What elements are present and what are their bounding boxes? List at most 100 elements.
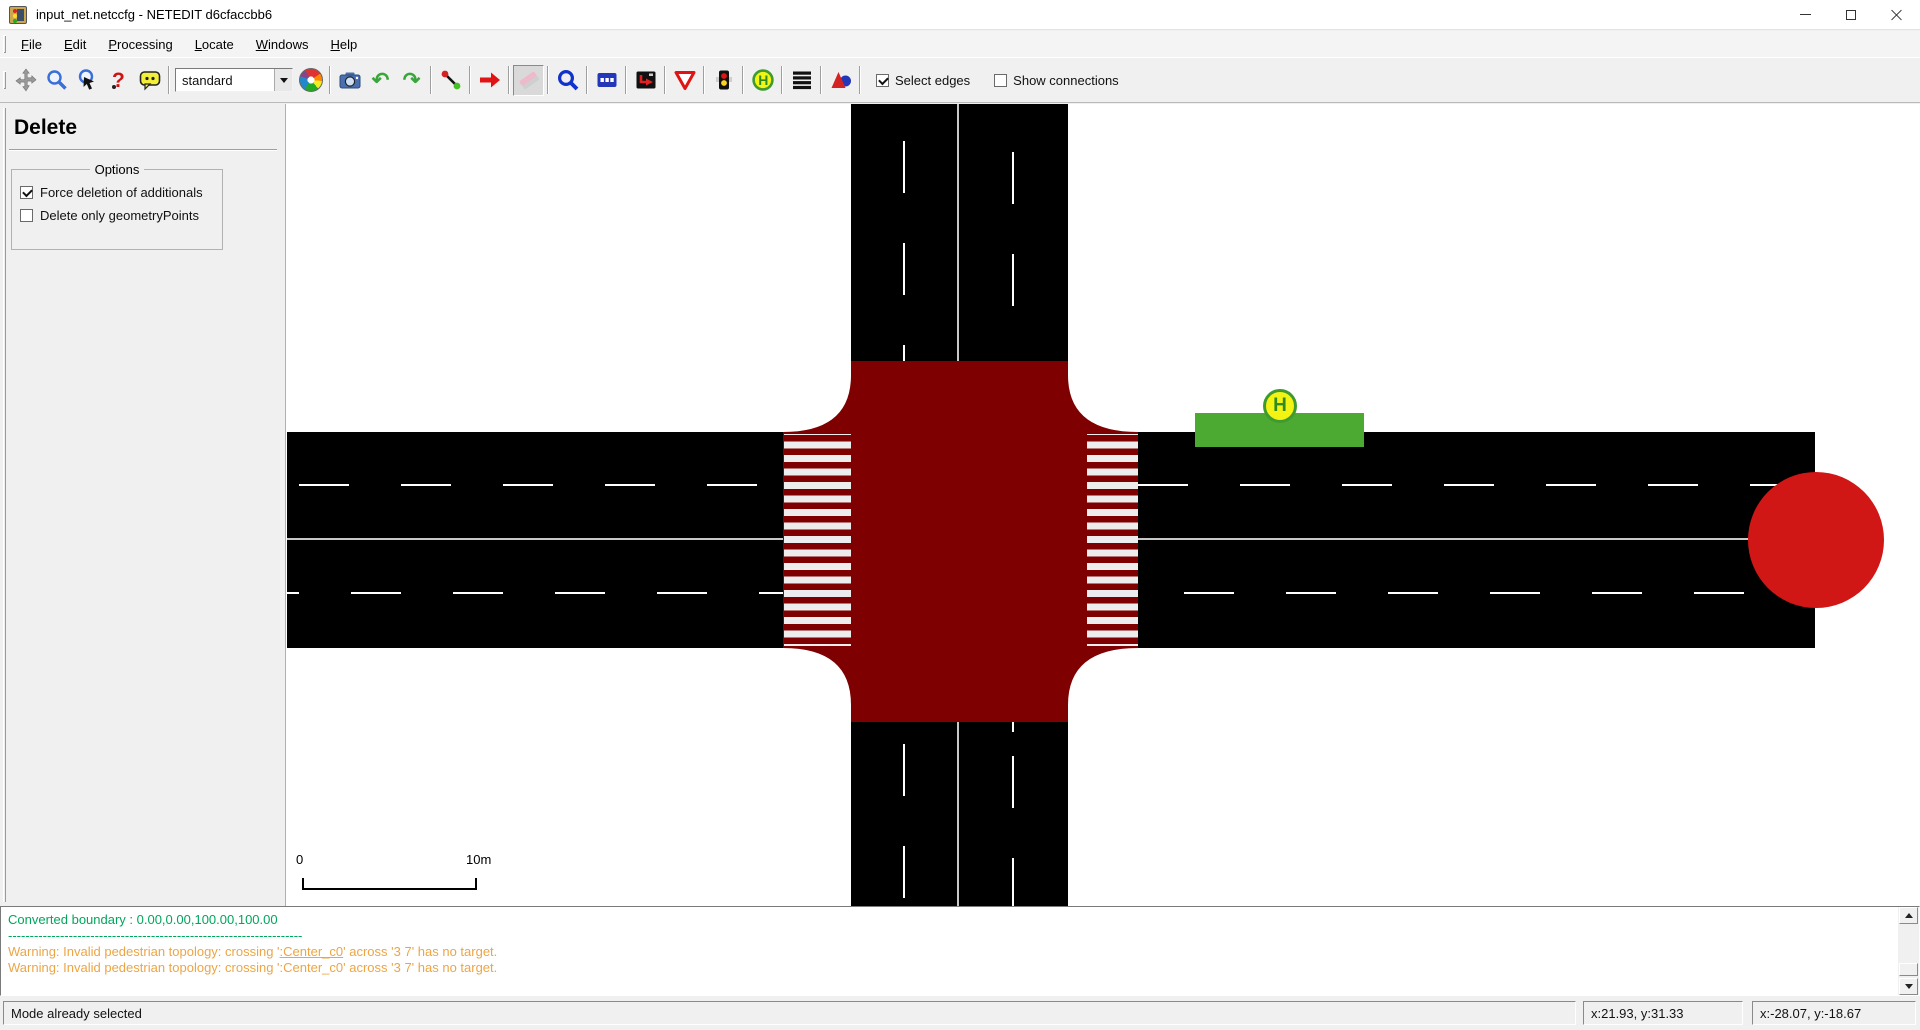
options-legend: Options (90, 162, 145, 177)
zoom-window-button[interactable] (41, 65, 72, 96)
additional-mode-button[interactable]: H (747, 65, 778, 96)
menu-help[interactable]: Help (319, 33, 368, 56)
menu-processing[interactable]: Processing (97, 33, 183, 56)
crossing-id-link[interactable]: :Center_c0 (280, 944, 344, 959)
junction-center[interactable] (286, 104, 1920, 906)
panel-splitter[interactable] (3, 108, 6, 902)
menubar-grip[interactable] (3, 35, 6, 53)
delete-mode-panel: Delete Options Force deletion of additio… (0, 104, 286, 906)
network-canvas[interactable]: H 0 10m (286, 104, 1920, 906)
traffic-light-mode-button[interactable] (708, 65, 739, 96)
status-bar: Mode already selected x:21.93, y:31.33 x… (0, 996, 1920, 1030)
menu-locate[interactable]: Locate (184, 33, 245, 56)
redo-button[interactable]: ↷ (396, 65, 427, 96)
message-log[interactable]: Converted boundary : 0.00,0.00,100.00,10… (0, 906, 1920, 996)
undo-button[interactable]: ↶ (365, 65, 396, 96)
traffic-light-icon (712, 68, 736, 92)
close-icon (1891, 9, 1903, 21)
select-edges-checkbox[interactable]: Select edges (876, 73, 970, 88)
toolbar: ? standard ↶ ↷ (0, 57, 1920, 103)
create-edge-mode-icon (439, 68, 463, 92)
status-message: Mode already selected (3, 1001, 1576, 1025)
toolbar-separator (820, 66, 822, 94)
menu-bar: File Edit Processing Locate Windows Help (0, 31, 1920, 57)
svg-text:H: H (758, 72, 768, 88)
prohibition-yield-icon (673, 68, 697, 92)
dropdown-arrow-button[interactable] (274, 69, 292, 91)
net-coordinates: x:-28.07, y:-18.67 (1752, 1001, 1916, 1025)
prohibition-mode-button[interactable] (669, 65, 700, 96)
chevron-down-icon (280, 78, 288, 83)
toolbar-separator (859, 66, 861, 94)
message-window-icon (138, 68, 162, 92)
scrollbar-thumb[interactable] (1899, 963, 1918, 976)
toolbar-separator (329, 66, 331, 94)
view-scheme-dropdown[interactable]: standard (175, 68, 293, 92)
bus-stop-sign[interactable]: H (1263, 389, 1297, 423)
toolbar-separator (664, 66, 666, 94)
toolbar-separator (742, 66, 744, 94)
log-line: Converted boundary : 0.00,0.00,100.00,10… (8, 912, 1919, 928)
scale-tick (475, 878, 477, 888)
geo-coordinates: x:21.93, y:31.33 (1583, 1001, 1743, 1025)
menu-edit[interactable]: Edit (53, 33, 97, 56)
divider (9, 149, 277, 150)
toolbar-separator (703, 66, 705, 94)
connect-mode-button[interactable] (630, 65, 661, 96)
delete-geometry-points-checkbox[interactable]: Delete only geometryPoints (20, 208, 222, 223)
scroll-up-button[interactable] (1899, 907, 1918, 924)
checkbox-icon (20, 186, 33, 199)
options-groupbox: Options Force deletion of additionals De… (11, 162, 223, 250)
snapshot-camera-icon (338, 68, 362, 92)
checkbox-icon (994, 74, 1007, 87)
minimize-icon (1800, 14, 1811, 15)
junction-bubble[interactable] (1748, 472, 1884, 608)
menu-windows[interactable]: Windows (245, 33, 320, 56)
zoom-window-icon (45, 68, 69, 92)
window-title: input_net.netccfg - NETEDIT d6cfaccbb6 (36, 7, 272, 22)
toolbar-separator (508, 66, 510, 94)
snapshot-button[interactable] (334, 65, 365, 96)
log-scrollbar[interactable] (1898, 907, 1919, 995)
menu-file[interactable]: File (10, 33, 53, 56)
toolbar-grip[interactable] (3, 71, 6, 89)
redo-icon: ↷ (403, 70, 421, 91)
color-scheme-wheel-icon (299, 68, 323, 92)
zoom-selection-icon (76, 68, 100, 92)
recenter-view-icon (14, 68, 38, 92)
crossing-mode-button[interactable] (786, 65, 817, 96)
delete-mode-button[interactable] (513, 65, 544, 96)
create-edge-mode-button[interactable] (435, 65, 466, 96)
bus-stop-letter: H (1273, 395, 1287, 417)
scroll-down-button[interactable] (1899, 978, 1918, 995)
log-line: ----------------------------------------… (8, 928, 1919, 944)
force-deletion-checkbox[interactable]: Force deletion of additionals (20, 185, 222, 200)
checkbox-icon (20, 209, 33, 222)
inspect-mode-button[interactable] (552, 65, 583, 96)
toolbar-separator (430, 66, 432, 94)
color-scheme-button[interactable] (295, 65, 326, 96)
inspect-mode-icon (556, 68, 580, 92)
move-mode-button[interactable] (474, 65, 505, 96)
pedestrian-crossing-west (784, 434, 851, 646)
crossing-stripes-icon (790, 68, 814, 92)
message-window-button[interactable] (134, 65, 165, 96)
log-line: Warning: Invalid pedestrian topology: cr… (8, 960, 1919, 976)
zoom-selection-button[interactable] (72, 65, 103, 96)
delete-mode-eraser-icon (517, 68, 541, 92)
toolbar-separator (168, 66, 170, 94)
help-question-button[interactable]: ? (103, 65, 134, 96)
select-mode-button[interactable] (591, 65, 622, 96)
close-button[interactable] (1874, 0, 1920, 30)
recenter-view-button[interactable] (10, 65, 41, 96)
checkbox-icon (876, 74, 889, 87)
pedestrian-crossing-east (1087, 434, 1138, 646)
log-line: Warning: Invalid pedestrian topology: cr… (8, 944, 1919, 960)
poi-poly-mode-button[interactable] (825, 65, 856, 96)
maximize-button[interactable] (1828, 0, 1874, 30)
show-connections-checkbox[interactable]: Show connections (994, 73, 1119, 88)
toolbar-separator (625, 66, 627, 94)
minimize-button[interactable] (1782, 0, 1828, 30)
scale-tick (302, 878, 304, 888)
maximize-icon (1846, 10, 1856, 20)
